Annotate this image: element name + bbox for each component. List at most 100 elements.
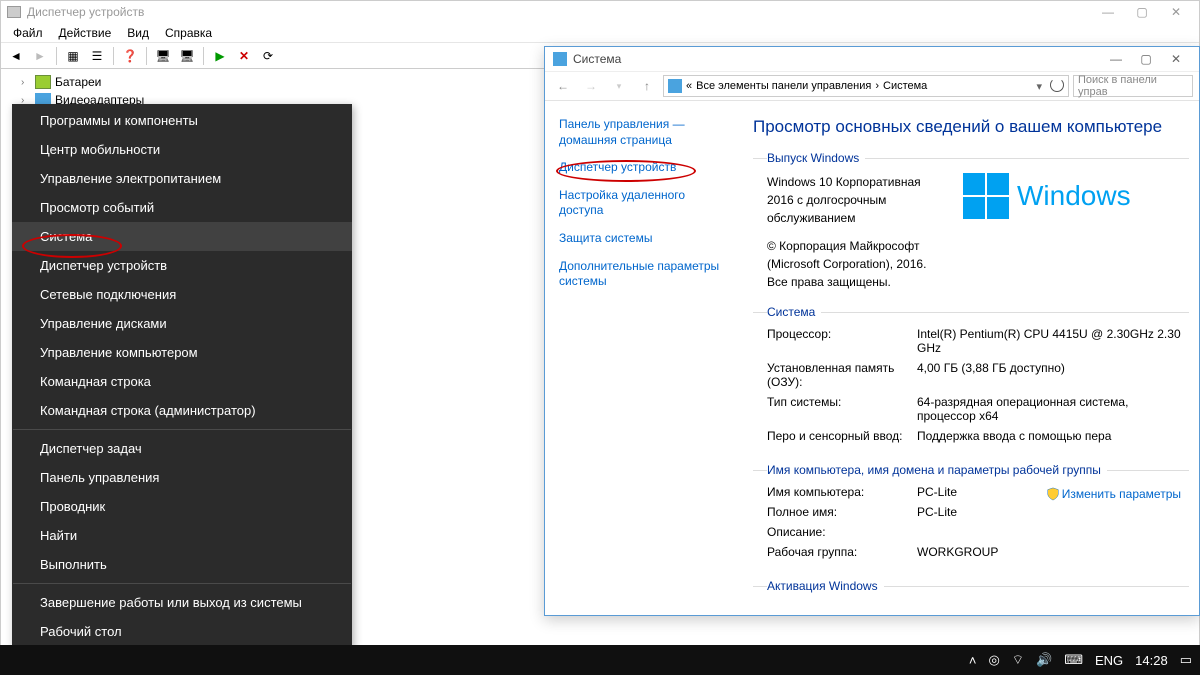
system-window: Система — ▢ ✕ ← → ▾ ↑ « Все элементы пан… <box>544 46 1200 616</box>
label-processor: Процессор: <box>767 327 917 355</box>
toolbar-forward-icon[interactable]: ► <box>29 45 51 67</box>
search-input[interactable]: Поиск в панели управ <box>1073 75 1193 97</box>
winx-command-prompt[interactable]: Командная строка <box>12 367 352 396</box>
windows-logo: Windows <box>963 173 1131 219</box>
page-heading: Просмотр основных сведений о вашем компь… <box>753 117 1189 137</box>
tray-keyboard-icon[interactable]: ⌨ <box>1064 652 1083 668</box>
winx-search[interactable]: Найти <box>12 521 352 550</box>
sidebar-home-link[interactable]: Панель управления — домашняя страница <box>559 117 721 148</box>
menu-action[interactable]: Действие <box>51 24 120 42</box>
menu-file[interactable]: Файл <box>5 24 51 42</box>
device-manager-menubar: Файл Действие Вид Справка <box>1 23 1199 43</box>
winx-command-prompt-admin[interactable]: Командная строка (администратор) <box>12 396 352 425</box>
winx-task-manager[interactable]: Диспетчер задач <box>12 434 352 463</box>
sidebar-system-protection-link[interactable]: Защита системы <box>559 231 721 247</box>
windows-logo-icon <box>963 173 1009 219</box>
tray-chevron-icon[interactable]: ˄ <box>969 653 977 668</box>
change-settings-link[interactable]: Изменить параметры <box>1046 487 1181 501</box>
sidebar-device-manager-link[interactable]: Диспетчер устройств <box>559 160 721 176</box>
winx-run[interactable]: Выполнить <box>12 550 352 579</box>
label-system-type: Тип системы: <box>767 395 917 423</box>
toolbar-update-icon[interactable]: 🖥 <box>176 45 198 67</box>
pc-icon <box>668 79 682 93</box>
toolbar-back-icon[interactable]: ◄ <box>5 45 27 67</box>
section-title: Активация Windows <box>767 579 884 593</box>
toolbar-uninstall-icon[interactable]: ✕ <box>233 45 255 67</box>
tray-wifi-icon[interactable]: ⌔ <box>1012 652 1024 668</box>
breadcrumb-sep: › <box>875 80 879 92</box>
winx-disk-management[interactable]: Управление дисками <box>12 309 352 338</box>
tray-action-center-icon[interactable]: ▭ <box>1180 652 1192 668</box>
section-windows-edition: Выпуск Windows Windows 10 Корпоративная … <box>753 151 1189 303</box>
winx-device-manager[interactable]: Диспетчер устройств <box>12 251 352 280</box>
address-bar-row: ← → ▾ ↑ « Все элементы панели управления… <box>545 71 1199 101</box>
winx-desktop[interactable]: Рабочий стол <box>12 617 352 646</box>
close-button[interactable]: ✕ <box>1161 47 1191 71</box>
value-ram: 4,00 ГБ (3,88 ГБ доступно) <box>917 361 1189 389</box>
nav-recent-button[interactable]: ▾ <box>607 74 631 98</box>
toolbar-help-icon[interactable]: ❓ <box>119 45 141 67</box>
edition-line2: © Корпорация Майкрософт (Microsoft Corpo… <box>767 237 947 291</box>
device-manager-titlebar: Диспетчер устройств — ▢ ✕ <box>1 1 1199 23</box>
section-title: Имя компьютера, имя домена и параметры р… <box>767 463 1107 477</box>
menu-view[interactable]: Вид <box>119 24 157 42</box>
toolbar-properties-icon[interactable]: ☰ <box>86 45 108 67</box>
expand-icon[interactable]: › <box>21 77 31 88</box>
system-titlebar: Система — ▢ ✕ <box>545 47 1199 71</box>
nav-back-button[interactable]: ← <box>551 74 575 98</box>
winx-file-explorer[interactable]: Проводник <box>12 492 352 521</box>
menu-separator <box>13 429 351 430</box>
breadcrumb-sep: « <box>686 80 692 92</box>
addr-dropdown-icon[interactable]: ▾ <box>1036 80 1042 93</box>
value-workgroup: WORKGROUP <box>917 545 1189 559</box>
toolbar-scan-icon[interactable]: 🖥 <box>152 45 174 67</box>
sidebar-remote-link[interactable]: Настройка удаленного доступа <box>559 188 721 219</box>
section-computer-name: Имя компьютера, имя домена и параметры р… <box>753 463 1189 577</box>
menu-help[interactable]: Справка <box>157 24 220 42</box>
nav-forward-button[interactable]: → <box>579 74 603 98</box>
system-sidebar: Панель управления — домашняя страница Ди… <box>545 101 735 615</box>
address-bar[interactable]: « Все элементы панели управления › Систе… <box>663 75 1069 97</box>
nav-up-button[interactable]: ↑ <box>635 74 659 98</box>
value-processor: Intel(R) Pentium(R) CPU 4415U @ 2.30GHz … <box>917 327 1189 355</box>
section-activation: Активация Windows <box>753 579 1189 613</box>
close-button[interactable]: ✕ <box>1159 1 1193 23</box>
winx-event-viewer[interactable]: Просмотр событий <box>12 193 352 222</box>
breadcrumb-root[interactable]: Все элементы панели управления <box>696 80 871 92</box>
minimize-button[interactable]: — <box>1091 1 1125 23</box>
tray-clock[interactable]: 14:28 <box>1135 653 1168 668</box>
maximize-button[interactable]: ▢ <box>1125 1 1159 23</box>
devmgr-title: Диспетчер устройств <box>27 5 144 19</box>
minimize-button[interactable]: — <box>1101 47 1131 71</box>
label-description: Описание: <box>767 525 917 539</box>
maximize-button[interactable]: ▢ <box>1131 47 1161 71</box>
system-main-content: Просмотр основных сведений о вашем компь… <box>735 101 1199 615</box>
tray-language[interactable]: ENG <box>1095 653 1123 668</box>
addr-refresh-icon[interactable] <box>1050 78 1064 95</box>
winx-programs-features[interactable]: Программы и компоненты <box>12 106 352 135</box>
label-ram: Установленная память (ОЗУ): <box>767 361 917 389</box>
tree-label: Батареи <box>55 75 101 89</box>
toolbar-refresh-icon[interactable]: ⟳ <box>257 45 279 67</box>
sidebar-advanced-link[interactable]: Дополнительные параметры системы <box>559 259 721 290</box>
windows-logo-text: Windows <box>1017 180 1131 212</box>
devmgr-icon <box>7 6 21 18</box>
winx-network-connections[interactable]: Сетевые подключения <box>12 280 352 309</box>
section-title: Система <box>767 305 821 319</box>
value-system-type: 64-разрядная операционная система, проце… <box>917 395 1189 423</box>
tray-volume-icon[interactable]: 🔊 <box>1036 652 1052 668</box>
tray-location-icon[interactable]: ◎ <box>988 652 999 668</box>
battery-icon <box>35 75 51 89</box>
toolbar-enable-icon[interactable]: ▶ <box>209 45 231 67</box>
winx-system[interactable]: Система <box>12 222 352 251</box>
toolbar-show-hidden-icon[interactable]: ▦ <box>62 45 84 67</box>
breadcrumb-leaf[interactable]: Система <box>883 80 927 92</box>
system-icon <box>553 52 567 66</box>
winx-control-panel[interactable]: Панель управления <box>12 463 352 492</box>
winx-computer-management[interactable]: Управление компьютером <box>12 338 352 367</box>
winx-power-options[interactable]: Управление электропитанием <box>12 164 352 193</box>
winx-shutdown-signout[interactable]: Завершение работы или выход из системы <box>12 588 352 617</box>
taskbar[interactable]: ˄ ◎ ⌔ 🔊 ⌨ ENG 14:28 ▭ <box>0 645 1200 675</box>
value-description <box>917 525 1189 539</box>
winx-mobility-center[interactable]: Центр мобильности <box>12 135 352 164</box>
